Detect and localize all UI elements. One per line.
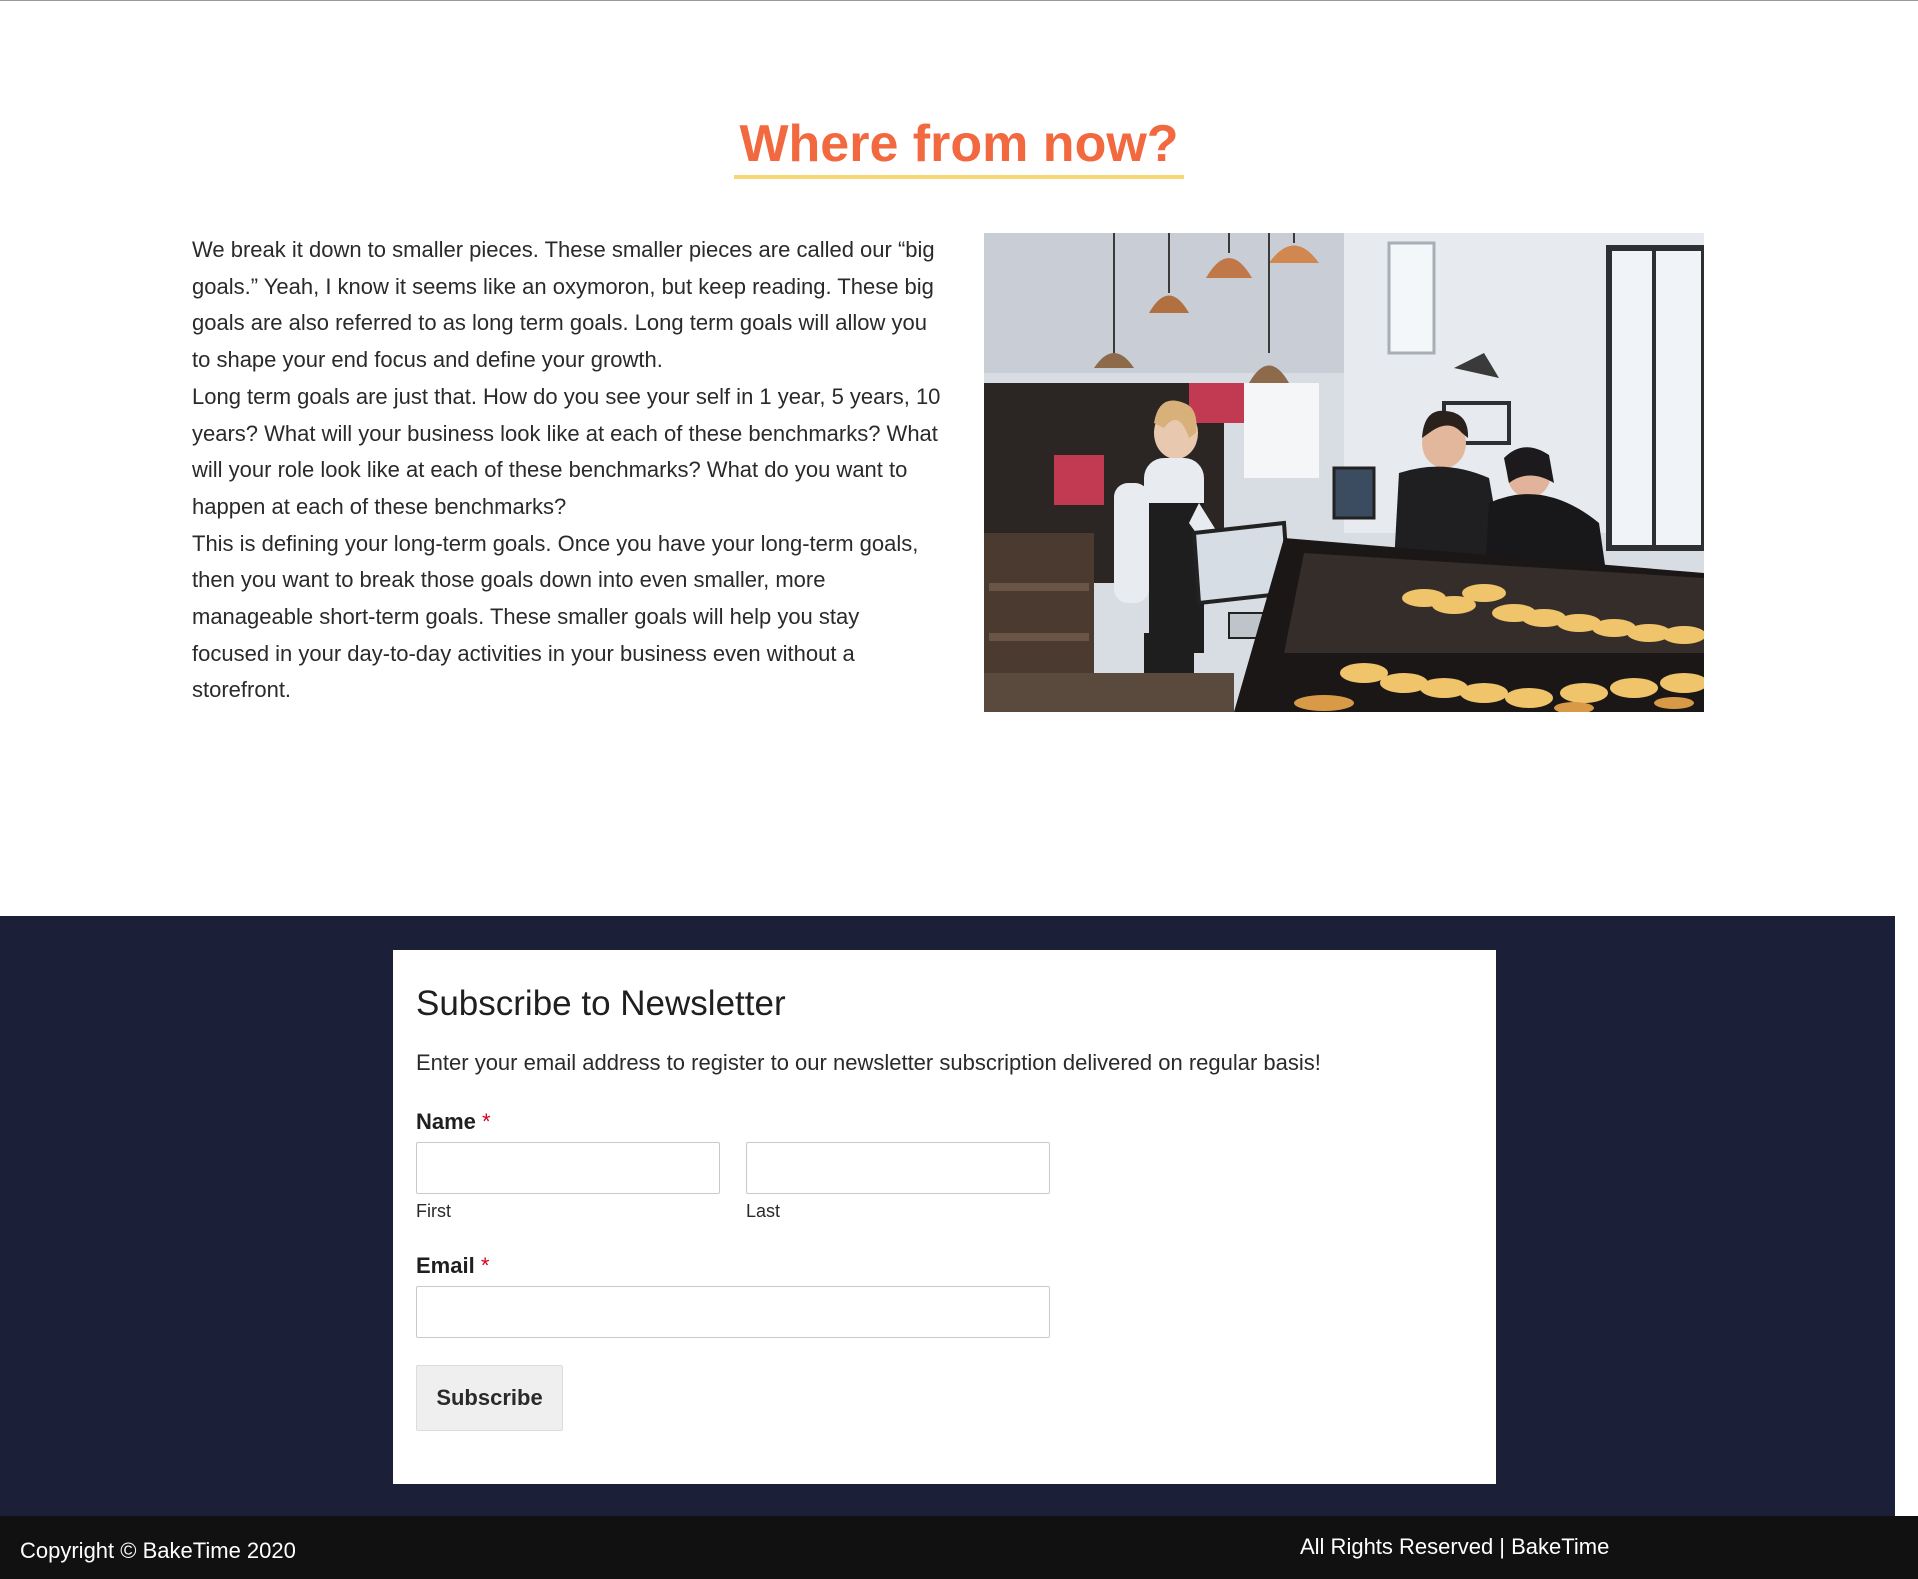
top-divider (0, 0, 1918, 1)
section-heading: Where from now? (734, 115, 1184, 179)
first-name-group: First (416, 1142, 720, 1222)
subscribe-button[interactable]: Subscribe (416, 1365, 563, 1431)
name-fields: First Last (416, 1142, 1473, 1222)
required-mark: * (480, 1253, 490, 1278)
required-mark: * (482, 1109, 491, 1134)
name-label-text: Name (416, 1109, 476, 1134)
section-heading-wrap: Where from now? (0, 115, 1918, 179)
last-name-group: Last (746, 1142, 1050, 1222)
email-label-text: Email (416, 1253, 475, 1278)
article-paragraph: We break it down to smaller pieces. Thes… (192, 237, 935, 373)
page: Where from now? We break it down to smal… (0, 0, 1918, 1579)
newsletter-section: Subscribe to Newsletter Enter your email… (0, 916, 1895, 1516)
article-body: We break it down to smaller pieces. Thes… (192, 232, 942, 709)
footer-copyright: Copyright © BakeTime 2020 (20, 1538, 296, 1563)
article-paragraph: Long term goals are just that. How do yo… (192, 383, 941, 519)
email-input[interactable] (416, 1286, 1050, 1338)
bakery-photo (984, 233, 1704, 712)
newsletter-title: Subscribe to Newsletter (416, 984, 786, 1023)
name-label: Name * (416, 1108, 1473, 1136)
footer: Copyright © BakeTime 2020 All Rights Res… (0, 1516, 1918, 1579)
bakery-photo-illustration (984, 233, 1704, 712)
newsletter-description: Enter your email address to register to … (416, 1050, 1321, 1075)
last-name-sublabel: Last (746, 1201, 781, 1221)
article-paragraph: This is defining your long-term goals. O… (192, 530, 919, 703)
first-name-input[interactable] (416, 1142, 720, 1194)
footer-rights: All Rights Reserved | BakeTime (1300, 1534, 1610, 1559)
last-name-input[interactable] (746, 1142, 1050, 1194)
email-label: Email * (416, 1252, 1473, 1280)
first-name-sublabel: First (416, 1201, 451, 1221)
newsletter-card: Subscribe to Newsletter Enter your email… (393, 950, 1496, 1484)
